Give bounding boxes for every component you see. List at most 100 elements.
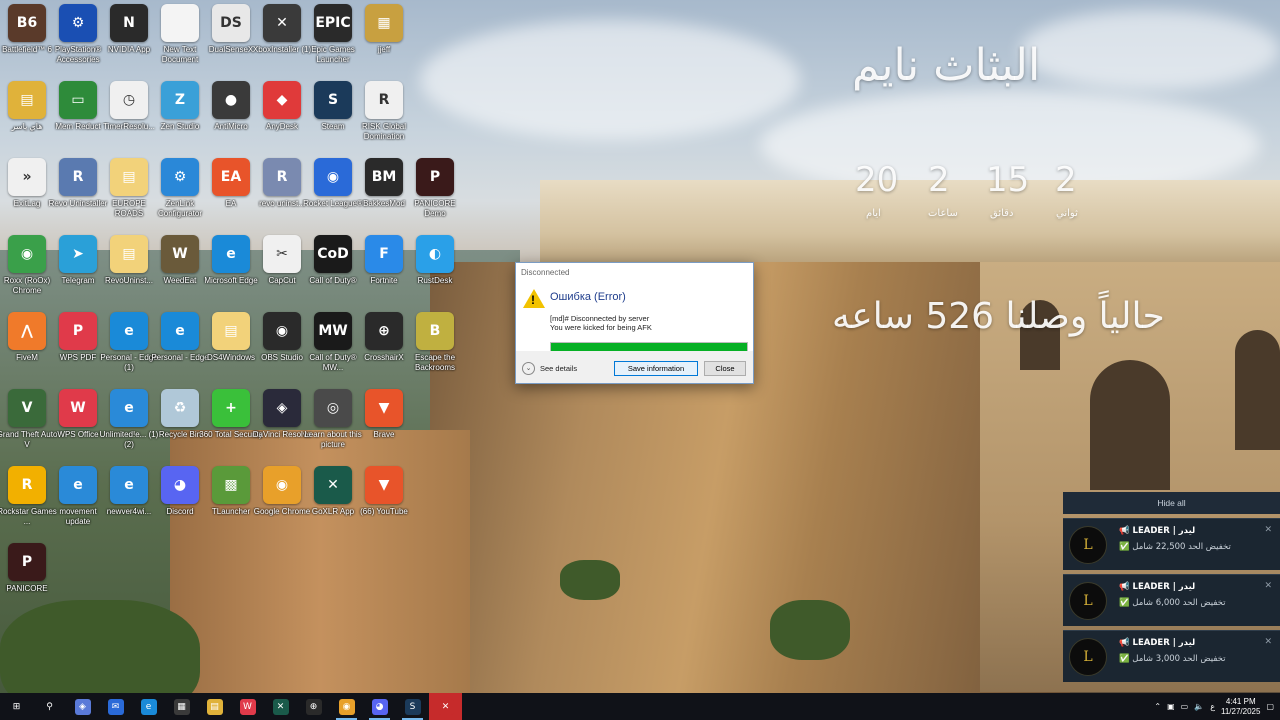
- network-icon[interactable]: ▭: [1181, 702, 1189, 711]
- warning-icon: !: [523, 289, 545, 308]
- desktop-icon[interactable]: ◉ Rocket League®: [303, 158, 363, 230]
- notification-toast[interactable]: L 📢 LEADER | ليدر ✅ تخفيض الحد 22,500 شامل…: [1063, 518, 1280, 570]
- clock[interactable]: 4:41 PM 11/27/2025: [1221, 697, 1260, 717]
- desktop-icon[interactable]: ▭ Mem Reduct: [52, 81, 104, 153]
- desktop-icon[interactable]: P WPS PDF: [52, 312, 104, 384]
- desktop-icon[interactable]: P PANICORE Demo: [409, 158, 461, 230]
- close-icon[interactable]: ✕: [1264, 580, 1272, 591]
- desktop-icon[interactable]: ◉ OBS Studio: [256, 312, 308, 384]
- taskbar-copilot-button[interactable]: ◈: [66, 693, 99, 720]
- desktop-icon[interactable]: EA EA: [205, 158, 257, 230]
- notification-toast[interactable]: L 📢 LEADER | ليدر ✅ تخفيض الحد 3,000 شامل ✕: [1063, 630, 1280, 682]
- notification-toast[interactable]: L 📢 LEADER | ليدر ✅ تخفيض الحد 6,000 شامل ✕: [1063, 574, 1280, 626]
- close-icon[interactable]: ✕: [1264, 524, 1272, 535]
- desktop-icon[interactable]: e Personal - Edge: [151, 312, 209, 384]
- desktop-icon[interactable]: e movement update: [52, 466, 104, 538]
- desktop-icon[interactable]: R RISK Global Domination: [358, 81, 410, 153]
- desktop-icon[interactable]: ◉ Google Chrome: [254, 466, 310, 538]
- desktop-icon[interactable]: ▤ هاي ياسر: [1, 81, 53, 153]
- taskbar-error-app-button[interactable]: ✕: [429, 693, 462, 720]
- see-details-toggle[interactable]: ⌄ See details: [522, 362, 577, 375]
- notification-title: 📢 LEADER | ليدر: [1119, 638, 1196, 648]
- goxlr-icon: ✕: [272, 698, 289, 715]
- desktop-icon[interactable]: ⚙ PlayStation® Accessories: [52, 4, 104, 76]
- desktop-icon[interactable]: e Unlimited!e... (1) (2): [100, 389, 158, 461]
- desktop-icon[interactable]: S Steam: [307, 81, 359, 153]
- desktop-icon[interactable]: DS DualSenseX: [205, 4, 257, 76]
- notification-body: ✅ تخفيض الحد 6,000 شامل: [1119, 598, 1226, 608]
- desktop-icon[interactable]: +360 Total Security: [199, 389, 263, 461]
- notification-icon[interactable]: ▢: [1266, 702, 1274, 711]
- app-icon: +: [212, 389, 250, 427]
- security-icon[interactable]: ▣: [1167, 702, 1175, 711]
- taskbar-mail-button[interactable]: ✉: [99, 693, 132, 720]
- desktop-icon[interactable]: ♻ Recycle Bin: [154, 389, 206, 461]
- desktop-icon[interactable]: ✕ GoXLR App: [307, 466, 359, 538]
- taskbar-store-button[interactable]: ▦: [165, 693, 198, 720]
- hide-all-button[interactable]: Hide all: [1063, 492, 1280, 514]
- desktop-icon[interactable]: » ExitLag: [1, 158, 53, 230]
- desktop-icon[interactable]: B Escape the Backrooms: [409, 312, 461, 384]
- desktop-icon[interactable]: EPIC Epic Games Launcher: [307, 4, 359, 76]
- notification-stack: Hide all L 📢 LEADER | ليدر ✅ تخفيض الحد 22…: [1063, 492, 1280, 682]
- chevron-up-icon[interactable]: ⌃: [1154, 702, 1161, 711]
- desktop-icon[interactable]: ● AntiMicro: [205, 81, 257, 153]
- desktop-icon[interactable]: e newver4wi...: [103, 466, 155, 538]
- desktop-icon[interactable]: ◆ AnyDesk: [256, 81, 308, 153]
- desktop-icon[interactable]: ◉ Roxx (RoOx) Chrome: [1, 235, 53, 307]
- desktop-icon[interactable]: ▤ RevoUninst...: [103, 235, 155, 307]
- taskbar-search-button[interactable]: ⚲: [33, 693, 66, 720]
- desktop-icon[interactable]: ◈ DaVinci Resolve: [253, 389, 311, 461]
- language-indicator[interactable]: ع: [1210, 702, 1215, 711]
- desktop-icon-label: PANICORE Demo: [414, 199, 456, 218]
- desktop-icon[interactable]: ▤ DS4Windows: [205, 312, 257, 384]
- desktop-icon[interactable]: New Text Document: [154, 4, 206, 76]
- taskbar-goxlr-button[interactable]: ✕: [264, 693, 297, 720]
- taskbar-chrome-button[interactable]: ◉: [330, 693, 363, 720]
- desktop-icon[interactable]: F Fortnite: [358, 235, 410, 307]
- desktop-icon[interactable]: P PANICORE: [1, 543, 53, 615]
- desktop-icon[interactable]: ◎ Learn about this picture: [304, 389, 362, 461]
- desktop-icon[interactable]: ▤ EUROPE ROADS: [103, 158, 155, 230]
- desktop-icon[interactable]: e Personal - Edge (1): [100, 312, 158, 384]
- desktop-icon[interactable]: ⋀ FiveM: [1, 312, 53, 384]
- desktop-icon[interactable]: MW Call of Duty® MW...: [307, 312, 359, 384]
- desktop-icon[interactable]: W WPS Office: [52, 389, 104, 461]
- taskbar-edge-button[interactable]: e: [132, 693, 165, 720]
- desktop-icon[interactable]: ➤ Telegram: [52, 235, 104, 307]
- taskbar-file-explorer-button[interactable]: ▤: [198, 693, 231, 720]
- desktop-icon[interactable]: e Microsoft Edge: [204, 235, 258, 307]
- desktop-icon[interactable]: N NVIDIA App: [103, 4, 155, 76]
- desktop-icon[interactable]: ▼ (66) YouTube: [358, 466, 410, 538]
- volume-icon[interactable]: 🔈: [1194, 702, 1204, 711]
- desktop-icon[interactable]: V Grand Theft Auto V: [0, 389, 57, 461]
- desktop-icon[interactable]: CoD Call of Duty®: [307, 235, 359, 307]
- close-icon[interactable]: ✕: [1264, 636, 1272, 647]
- desktop-icon[interactable]: Rrevo uninst...: [256, 158, 308, 230]
- taskbar-discord-button[interactable]: ◕: [363, 693, 396, 720]
- taskbar-crosshair-button[interactable]: ⊕: [297, 693, 330, 720]
- app-icon: ◷: [110, 81, 148, 119]
- desktop-icon[interactable]: ⊕ CrosshairX: [358, 312, 410, 384]
- desktop-icon[interactable]: ▦ jjeff: [358, 4, 410, 76]
- close-button[interactable]: Close: [704, 361, 746, 376]
- desktop-icon[interactable]: R Revo Uninstaller: [49, 158, 107, 230]
- desktop-icon[interactable]: R Rockstar Games ...: [0, 466, 57, 538]
- desktop-icon[interactable]: ◕ Discord: [154, 466, 206, 538]
- desktop-icon[interactable]: ▩ TLauncher: [205, 466, 257, 538]
- app-icon: ▤: [212, 312, 250, 350]
- desktop-icon[interactable]: ✕ XboxInstaller (1): [253, 4, 311, 76]
- desktop-icon[interactable]: Z Zen Studio: [154, 81, 206, 153]
- desktop-icon[interactable]: ⚙ ZenLink Configurator: [154, 158, 206, 230]
- desktop-icon[interactable]: W WeedEat: [154, 235, 206, 307]
- desktop-icon[interactable]: BM BakkesMod: [358, 158, 410, 230]
- taskbar-start-button-button[interactable]: ⊞: [0, 693, 33, 720]
- taskbar-steam-button[interactable]: S: [396, 693, 429, 720]
- taskbar-wps-button[interactable]: W: [231, 693, 264, 720]
- desktop-icon[interactable]: ▼ Brave: [358, 389, 410, 461]
- save-information-button[interactable]: Save information: [614, 361, 698, 376]
- desktop-icon[interactable]: ◐ RustDesk: [409, 235, 461, 307]
- desktop-icon[interactable]: ◷ TimerResolu...: [103, 81, 155, 153]
- desktop-icon[interactable]: B6 Battlefield™ 6: [1, 4, 53, 76]
- desktop-icon[interactable]: ✂ CapCut: [256, 235, 308, 307]
